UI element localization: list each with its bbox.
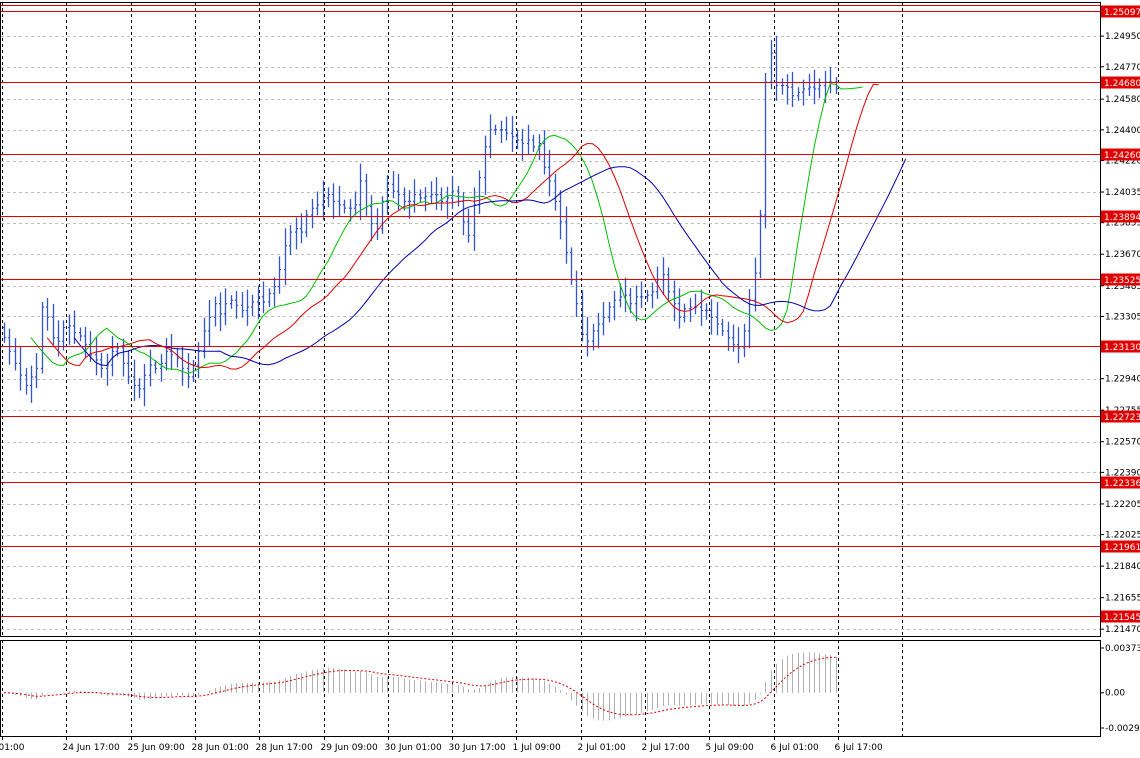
- level-label: 1.23130: [1104, 343, 1140, 353]
- level-label: 1.22723: [1104, 413, 1140, 423]
- x-tick-label: 25 Jun 09:00: [128, 743, 185, 753]
- y-tick-label: 1.24035: [1105, 188, 1140, 198]
- x-tick-label: 29 Jun 09:00: [321, 743, 378, 753]
- level-label: 1.22336: [1104, 479, 1140, 489]
- y-tick-label: 1.22205: [1105, 500, 1140, 510]
- y-tick-label: 1.24580: [1105, 95, 1140, 105]
- x-tick-label: 28 Jun 17:00: [256, 743, 313, 753]
- level-label: 1.23525: [1104, 276, 1140, 286]
- level-label: 1.25097: [1104, 8, 1140, 18]
- y-tick-label: 1.23305: [1105, 312, 1140, 322]
- y-tick-label: 1.23670: [1105, 250, 1140, 260]
- y-tick-label: 1.21470: [1105, 625, 1140, 635]
- x-tick-label: 30 Jun 17:00: [449, 743, 506, 753]
- x-tick-label: 01:00: [0, 743, 25, 753]
- y-tick-label: 1.22570: [1105, 438, 1140, 448]
- x-tick-label: 24 Jun 17:00: [63, 743, 120, 753]
- level-label: 1.24680: [1104, 79, 1140, 89]
- level-label: 1.24260: [1104, 151, 1140, 161]
- y-tick-label: 1.21655: [1105, 594, 1140, 604]
- moving-average-slow: [73, 158, 907, 367]
- indicator-pane-border: [0, 640, 1101, 737]
- y-tick-label: 1.24400: [1105, 126, 1140, 136]
- x-tick-label: 6 Jul 01:00: [771, 743, 820, 753]
- x-tick-label: 2 Jul 01:00: [578, 743, 627, 753]
- y-tick-label: 1.22025: [1105, 531, 1140, 541]
- level-label: 1.23894: [1104, 213, 1140, 223]
- y-tick-label: 1.24950: [1105, 32, 1140, 42]
- y-tick-label: 1.24770: [1105, 63, 1140, 73]
- indicator-tick-label: -0.002943: [1105, 724, 1140, 734]
- y-tick-label: 1.21840: [1105, 562, 1140, 572]
- level-label: 1.21545: [1104, 613, 1140, 623]
- x-tick-label: 28 Jun 01:00: [192, 743, 249, 753]
- x-tick-label: 1 Jul 09:00: [513, 743, 562, 753]
- price-chart: 01:00 24 Jun 17:00 25 Jun 09:00 28 Jun 01:0…: [0, 2, 1140, 753]
- x-tick-label: 2 Jul 17:00: [642, 743, 691, 753]
- indicator-tick-label: 0.00: [1105, 689, 1125, 699]
- x-tick-label: 5 Jul 09:00: [706, 743, 755, 753]
- indicator-tick-label: 0.003733: [1105, 644, 1140, 654]
- x-tick-label: 6 Jul 17:00: [835, 743, 884, 753]
- indicator-signal-line: [3, 656, 836, 716]
- y-tick-label: 1.22940: [1105, 375, 1140, 385]
- x-tick-label: 30 Jun 01:00: [385, 743, 442, 753]
- level-label: 1.21961: [1104, 543, 1140, 553]
- main-pane-border: [0, 2, 1101, 637]
